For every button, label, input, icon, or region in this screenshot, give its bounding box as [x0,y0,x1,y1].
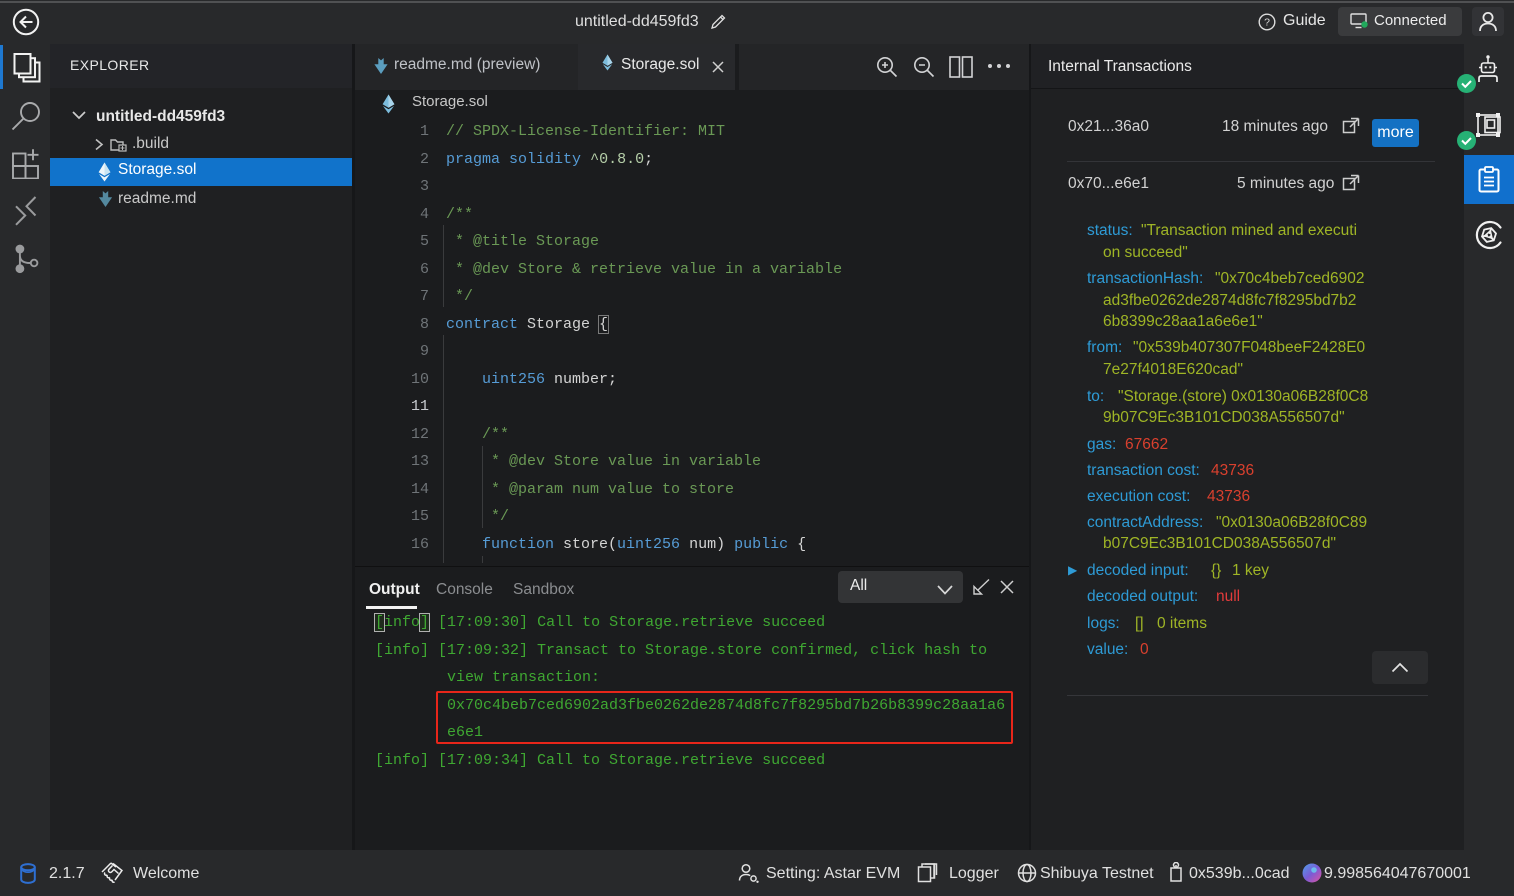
svg-text:?: ? [1264,17,1270,29]
